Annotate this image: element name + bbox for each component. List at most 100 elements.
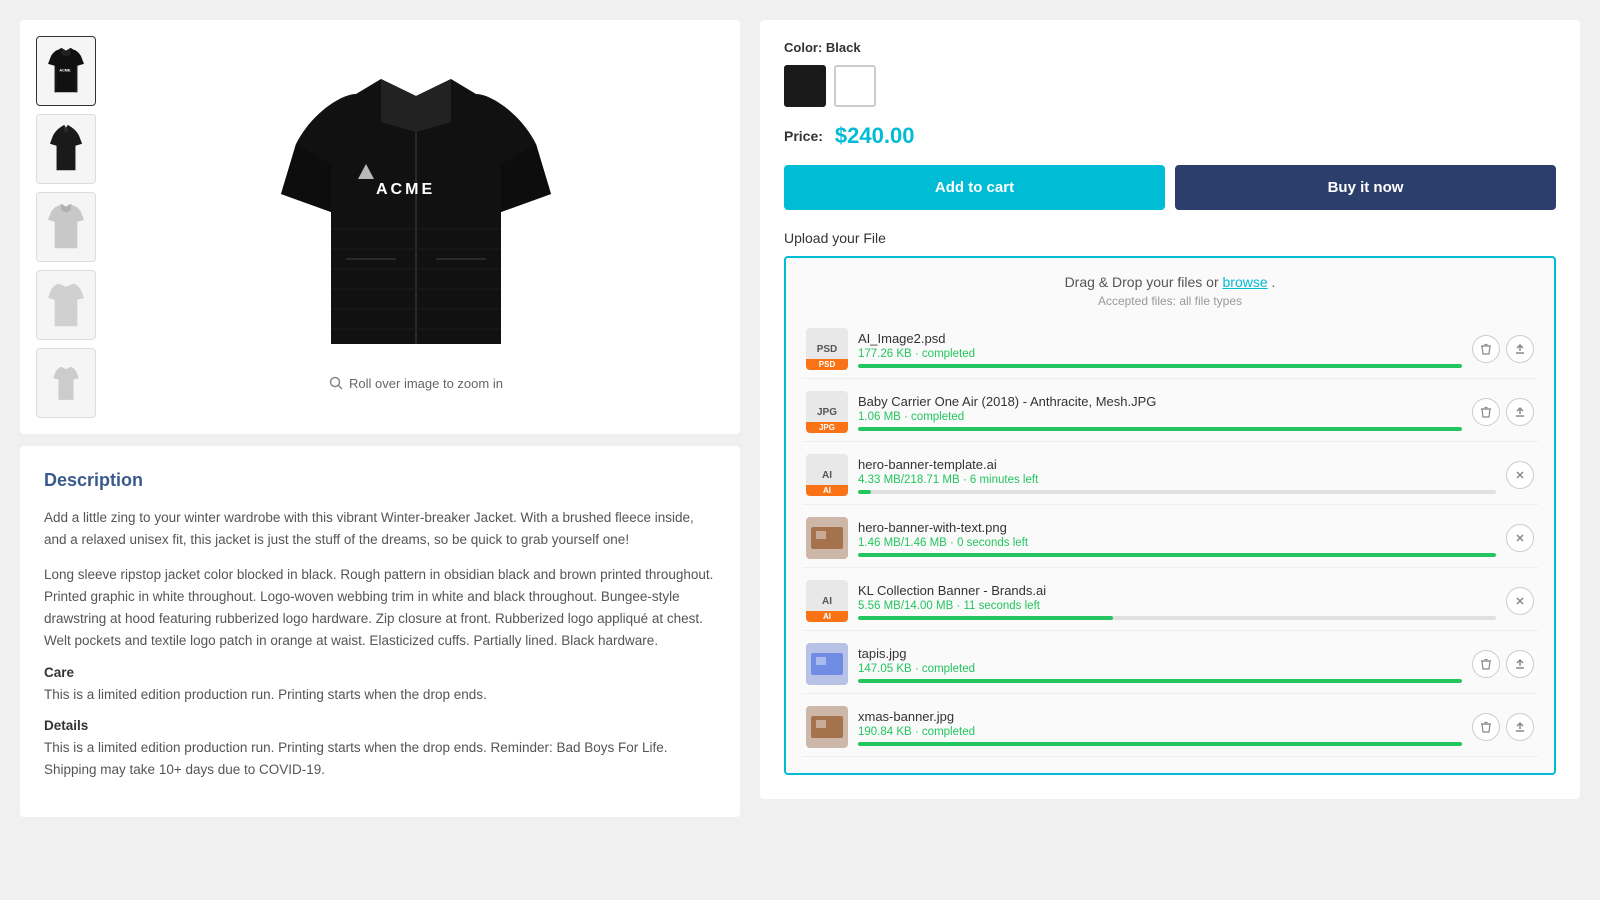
left-panel: ACME bbox=[20, 20, 740, 817]
svg-text:ACME: ACME bbox=[59, 68, 71, 72]
color-selected: Black bbox=[826, 40, 861, 55]
dropzone-text: Drag & Drop your files or bbox=[1065, 274, 1219, 290]
file-actions bbox=[1472, 335, 1534, 363]
file-item: AIAI hero-banner-template.ai 4.33 MB/218.7… bbox=[802, 446, 1538, 505]
file-item: xmas-banner.jpg 190.84 KB · completed bbox=[802, 698, 1538, 757]
file-actions bbox=[1472, 398, 1534, 426]
details-text: This is a limited edition production run… bbox=[44, 737, 716, 782]
buy-it-now-button[interactable]: Buy it now bbox=[1175, 165, 1556, 210]
file-item: hero-banner-with-text.png 1.46 MB/1.46 MB… bbox=[802, 509, 1538, 568]
thumbnail-list: ACME bbox=[36, 36, 96, 418]
product-image-section: ACME bbox=[20, 20, 740, 434]
file-name: hero-banner-with-text.png bbox=[858, 520, 1496, 535]
color-label: Color: Black bbox=[784, 40, 1556, 55]
file-actions bbox=[1472, 650, 1534, 678]
progress-bar bbox=[858, 427, 1462, 431]
thumbnail-4[interactable] bbox=[36, 270, 96, 340]
file-name: xmas-banner.jpg bbox=[858, 709, 1462, 724]
progress-bar bbox=[858, 553, 1496, 557]
thumbnail-5[interactable] bbox=[36, 348, 96, 418]
progress-bar bbox=[858, 616, 1496, 620]
file-actions bbox=[1506, 587, 1534, 615]
search-icon bbox=[329, 376, 343, 390]
product-options: Color: Black Price: $240.00 Add to cart … bbox=[760, 20, 1580, 799]
details-label: Details bbox=[44, 718, 716, 733]
swatch-black[interactable] bbox=[784, 65, 826, 107]
file-name: AI_Image2.psd bbox=[858, 331, 1462, 346]
dropzone-subtext: Accepted files: all file types bbox=[802, 294, 1538, 308]
file-thumbnail bbox=[806, 643, 848, 685]
file-upload-button[interactable] bbox=[1506, 650, 1534, 678]
file-item: PSDPSD AI_Image2.psd 177.26 KB · completed bbox=[802, 320, 1538, 379]
add-to-cart-button[interactable]: Add to cart bbox=[784, 165, 1165, 210]
main-product-image: ACME bbox=[108, 36, 724, 418]
file-upload-button[interactable] bbox=[1506, 398, 1534, 426]
dropzone-period: . bbox=[1272, 274, 1276, 290]
upload-dropzone[interactable]: Drag & Drop your files or browse . Accep… bbox=[784, 256, 1556, 775]
dropzone-header: Drag & Drop your files or browse . bbox=[802, 274, 1538, 290]
file-actions bbox=[1506, 524, 1534, 552]
file-name: KL Collection Banner - Brands.ai bbox=[858, 583, 1496, 598]
file-thumbnail: AIAI bbox=[806, 580, 848, 622]
zoom-text: Roll over image to zoom in bbox=[349, 376, 503, 391]
right-panel: Color: Black Price: $240.00 Add to cart … bbox=[760, 20, 1580, 817]
price-value: $240.00 bbox=[835, 123, 915, 149]
file-delete-button[interactable] bbox=[1472, 713, 1500, 741]
file-delete-button[interactable] bbox=[1472, 335, 1500, 363]
file-thumbnail: AIAI bbox=[806, 454, 848, 496]
file-status: 177.26 KB · completed bbox=[858, 348, 1462, 360]
color-label-text: Color: bbox=[784, 40, 822, 55]
file-item: JPGJPG Baby Carrier One Air (2018) - Anth… bbox=[802, 383, 1538, 442]
file-thumbnail bbox=[806, 706, 848, 748]
description-para2: Long sleeve ripstop jacket color blocked… bbox=[44, 564, 716, 653]
file-delete-button[interactable] bbox=[1472, 398, 1500, 426]
file-list: PSDPSD AI_Image2.psd 177.26 KB · completed… bbox=[802, 320, 1538, 757]
swatch-white[interactable] bbox=[834, 65, 876, 107]
description-section: Description Add a little zing to your wi… bbox=[20, 446, 740, 817]
thumbnail-2[interactable] bbox=[36, 114, 96, 184]
file-info: KL Collection Banner - Brands.ai 5.56 MB/… bbox=[858, 583, 1496, 620]
upload-label: Upload your File bbox=[784, 230, 1556, 246]
progress-bar bbox=[858, 742, 1462, 746]
file-name: Baby Carrier One Air (2018) - Anthracite… bbox=[858, 394, 1462, 409]
thumbnail-3[interactable] bbox=[36, 192, 96, 262]
color-swatches bbox=[784, 65, 1556, 107]
file-status: 1.46 MB/1.46 MB · 0 seconds left bbox=[858, 537, 1496, 549]
file-name: hero-banner-template.ai bbox=[858, 457, 1496, 472]
thumbnail-1[interactable]: ACME bbox=[36, 36, 96, 106]
file-delete-button[interactable] bbox=[1472, 650, 1500, 678]
care-text: This is a limited edition production run… bbox=[44, 684, 716, 706]
price-row: Price: $240.00 bbox=[784, 123, 1556, 149]
file-status: 1.06 MB · completed bbox=[858, 411, 1462, 423]
file-item: AIAI KL Collection Banner - Brands.ai 5.56… bbox=[802, 572, 1538, 631]
price-label: Price: bbox=[784, 128, 823, 144]
file-thumbnail bbox=[806, 517, 848, 559]
file-item: tapis.jpg147.05 KB · completed bbox=[802, 635, 1538, 694]
file-actions bbox=[1472, 713, 1534, 741]
file-info: tapis.jpg147.05 KB · completed bbox=[858, 646, 1462, 683]
description-para1: Add a little zing to your winter wardrob… bbox=[44, 507, 716, 552]
file-info: Baby Carrier One Air (2018) - Anthracite… bbox=[858, 394, 1462, 431]
description-title: Description bbox=[44, 470, 716, 491]
care-label: Care bbox=[44, 665, 716, 680]
file-upload-button[interactable] bbox=[1506, 335, 1534, 363]
jacket-svg: ACME bbox=[276, 64, 556, 364]
file-name: tapis.jpg bbox=[858, 646, 1462, 661]
file-upload-button[interactable] bbox=[1506, 713, 1534, 741]
file-actions bbox=[1506, 461, 1534, 489]
zoom-hint: Roll over image to zoom in bbox=[329, 376, 503, 391]
file-info: AI_Image2.psd 177.26 KB · completed bbox=[858, 331, 1462, 368]
file-cancel-button[interactable] bbox=[1506, 524, 1534, 552]
progress-bar bbox=[858, 679, 1462, 683]
file-cancel-button[interactable] bbox=[1506, 587, 1534, 615]
progress-bar bbox=[858, 364, 1462, 368]
file-info: hero-banner-with-text.png 1.46 MB/1.46 MB… bbox=[858, 520, 1496, 557]
file-thumbnail: PSDPSD bbox=[806, 328, 848, 370]
file-status: 190.84 KB · completed bbox=[858, 726, 1462, 738]
file-status: 4.33 MB/218.71 MB · 6 minutes left bbox=[858, 474, 1496, 486]
file-status: 5.56 MB/14.00 MB · 11 seconds left bbox=[858, 600, 1496, 612]
file-cancel-button[interactable] bbox=[1506, 461, 1534, 489]
browse-link[interactable]: browse bbox=[1223, 274, 1268, 290]
file-thumbnail: JPGJPG bbox=[806, 391, 848, 433]
file-info: hero-banner-template.ai 4.33 MB/218.71 MB… bbox=[858, 457, 1496, 494]
